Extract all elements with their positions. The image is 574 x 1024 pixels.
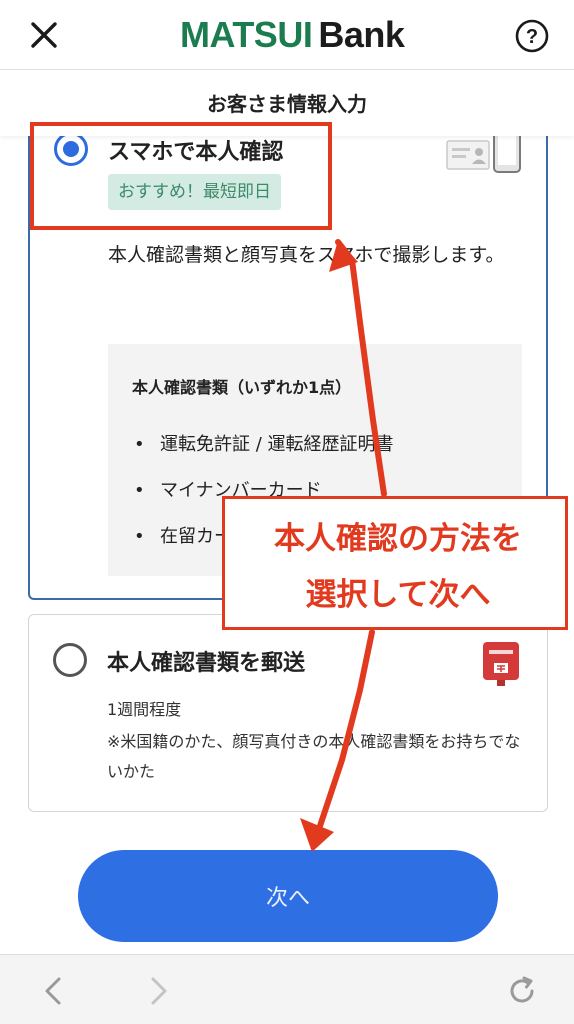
id-documents-box: 本人確認書類（いずれか1点） 運転免許証 / 運転経歴証明書 マイナンバーカード… — [108, 344, 522, 576]
logo-text-matsui: MATSUI — [180, 14, 313, 55]
option-title-mail: 本人確認書類を郵送 — [107, 651, 306, 676]
chevron-right-icon — [151, 977, 167, 1005]
option-card-mail[interactable]: 本人確認書類を郵送 1週間程度 ※米国籍のかた、顔写真付きの本人確認書類をお持ち… — [28, 614, 548, 812]
recommend-badge: おすすめ！最短即日 — [108, 174, 281, 210]
id-card-icon — [446, 140, 490, 170]
radio-mail-unselected[interactable] — [53, 643, 87, 677]
id-document-item: マイナンバーカード — [132, 468, 394, 514]
id-document-item: 在留カード — [132, 514, 394, 560]
close-icon — [31, 22, 57, 48]
app-header: MATSUI Bank ? — [0, 0, 574, 70]
mail-note: ※米国籍のかた、顔写真付きの本人確認書類をお持ちでないかた — [107, 732, 521, 781]
help-icon: ? — [515, 19, 549, 53]
help-button[interactable]: ? — [514, 18, 550, 54]
browser-forward-button[interactable] — [140, 973, 176, 1009]
option-card-smartphone[interactable]: スマホで本人確認 おすすめ！最短即日 本人確認書類と顔写真をスマホで撮影します。… — [28, 80, 548, 600]
browser-back-button[interactable] — [36, 973, 72, 1009]
postbox-icon — [483, 642, 519, 686]
browser-toolbar — [0, 954, 574, 1024]
page-title: お客さま情報入力 — [207, 92, 367, 116]
radio-smartphone-selected[interactable] — [54, 132, 88, 166]
next-button[interactable]: 次へ — [78, 850, 498, 942]
chevron-left-icon — [45, 977, 61, 1005]
browser-reload-button[interactable] — [504, 973, 540, 1009]
reload-icon — [510, 976, 534, 1003]
content-scroll-area[interactable]: スマホで本人確認 おすすめ！最短即日 本人確認書類と顔写真をスマホで撮影します。… — [0, 70, 574, 954]
id-documents-title: 本人確認書類（いずれか1点） — [132, 378, 352, 397]
mail-duration: 1週間程度 — [107, 700, 182, 719]
sub-header: お客さま情報入力 — [0, 70, 574, 136]
logo-text-bank: Bank — [318, 14, 405, 55]
id-documents-list: 運転免許証 / 運転経歴証明書 マイナンバーカード 在留カード — [132, 422, 394, 560]
matsui-bank-logo: MATSUI Bank — [180, 14, 405, 56]
svg-text:?: ? — [526, 26, 538, 48]
option-description-smartphone: 本人確認書類と顔写真をスマホで撮影します。 — [108, 244, 505, 266]
id-document-item: 運転免許証 / 運転経歴証明書 — [132, 422, 394, 468]
close-button[interactable] — [26, 17, 62, 53]
option-title-smartphone: スマホで本人確認 — [108, 140, 284, 165]
